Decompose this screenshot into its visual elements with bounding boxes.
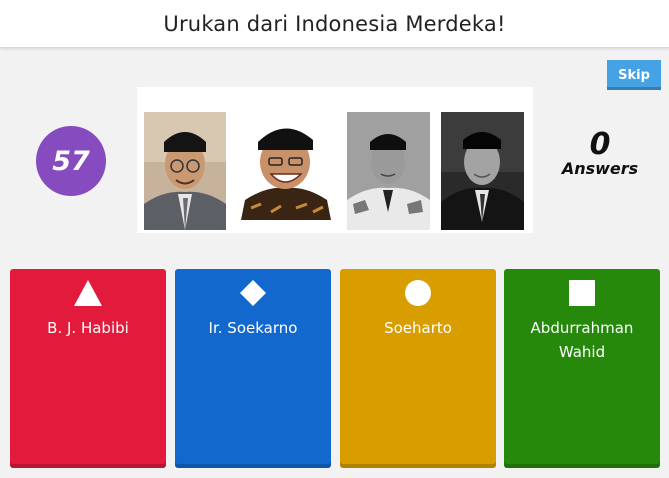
answer-count-label: Answers [561, 159, 639, 178]
portrait-photo-1 [144, 112, 226, 230]
timer-value: 57 [52, 145, 90, 177]
answer-counter: 0 Answers [560, 130, 640, 178]
answer-option-2[interactable]: Ir. Soekarno [175, 269, 331, 468]
square-icon [567, 278, 597, 308]
answer-label-1: B. J. Habibi [47, 319, 129, 337]
triangle-icon [73, 278, 103, 308]
answer-option-1[interactable]: B. J. Habibi [10, 269, 166, 468]
portrait-photo-2 [241, 112, 331, 220]
portrait-photo-4 [441, 112, 524, 230]
answer-label-2: Ir. Soekarno [208, 319, 298, 337]
portrait-photo-3 [347, 112, 430, 230]
circle-icon [403, 278, 433, 308]
question-image [137, 87, 533, 233]
answer-label-4: Abdurrahman Wahid [530, 319, 634, 361]
answer-option-4[interactable]: Abdurrahman Wahid [504, 269, 660, 468]
quiz-header: Urukan dari Indonesia Merdeka! [0, 0, 669, 48]
answer-option-3[interactable]: Soeharto [340, 269, 496, 468]
answer-count: 0 [589, 127, 611, 162]
countdown-timer: 57 [36, 126, 106, 196]
question-title: Urukan dari Indonesia Merdeka! [163, 11, 506, 36]
answer-label-3: Soeharto [384, 319, 452, 337]
skip-button[interactable]: Skip [607, 60, 661, 90]
diamond-icon [238, 278, 268, 308]
